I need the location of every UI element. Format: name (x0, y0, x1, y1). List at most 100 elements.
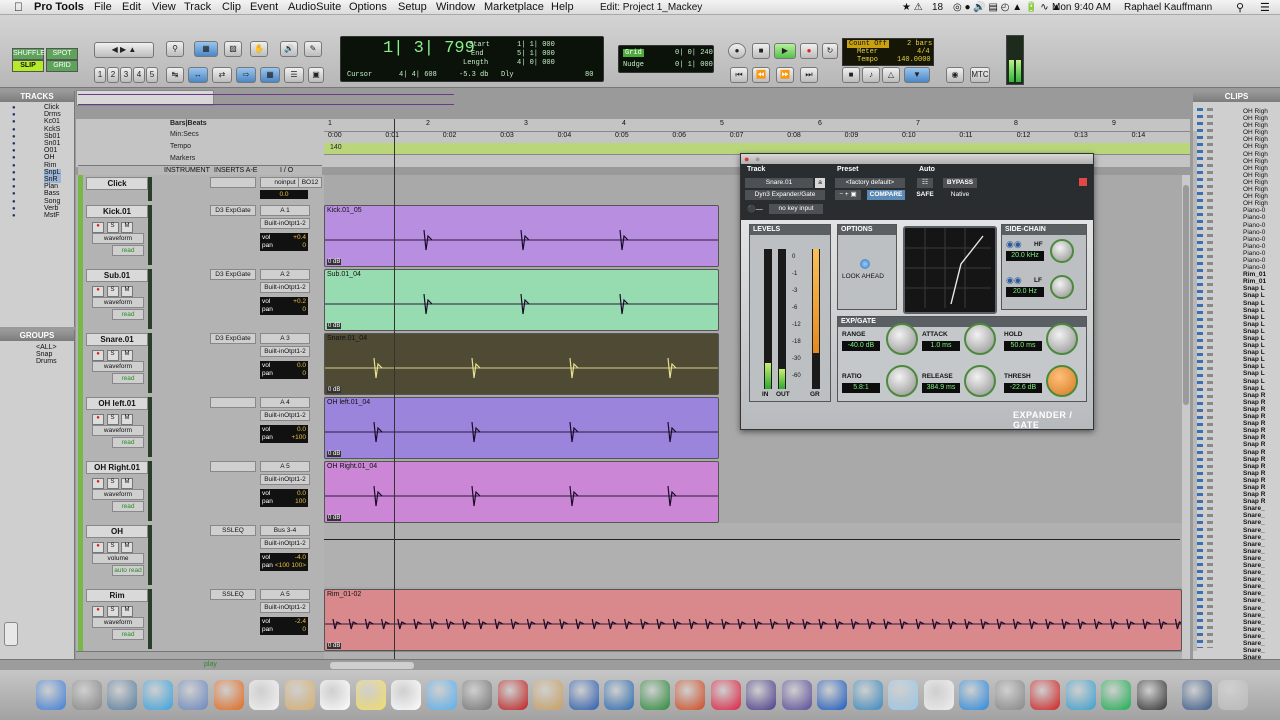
track-lane[interactable]: OH Right.01_04 0 dB (324, 459, 1190, 524)
track-buttons[interactable]: ● S M (92, 347, 140, 361)
insert-slot[interactable]: SSLEQ (210, 525, 256, 536)
track-buttons[interactable]: ● S M (92, 283, 140, 297)
clip-list-item[interactable]: Snap R (1243, 449, 1268, 456)
track-list-item[interactable]: OH (44, 154, 61, 161)
rewind-icon[interactable]: ⏪ (752, 67, 770, 83)
track-lane[interactable] (324, 523, 1190, 588)
look-ahead-label[interactable]: LOOK AHEAD (842, 273, 884, 280)
audio-clip[interactable]: Kick.01_05 0 dB (324, 205, 719, 267)
play-button-icon[interactable]: ▶ (774, 43, 796, 59)
key-input-selector[interactable]: no key input (769, 204, 823, 214)
dly-label[interactable]: Dly (501, 71, 514, 79)
chrome-icon[interactable] (249, 680, 279, 710)
grid-label[interactable]: Grid (623, 49, 644, 57)
metronome-icon[interactable]: △ (882, 67, 900, 83)
live-icon[interactable] (817, 680, 847, 710)
clip-list-item[interactable]: Snare_ (1243, 505, 1268, 512)
io-input[interactable]: A 5 (260, 589, 310, 600)
reminders-icon[interactable] (391, 680, 421, 710)
link-track-icon[interactable]: ⇄ (212, 67, 232, 83)
clip-list-item[interactable]: Piano-0 (1243, 236, 1268, 243)
track-selector[interactable]: Snare.01 (745, 178, 813, 188)
track-color-bar[interactable] (78, 203, 83, 267)
clip-list-item[interactable]: Snare_ (1243, 633, 1268, 640)
grid-nudge-display[interactable]: Grid 0| 0| 240 Nudge 0| 1| 000 (618, 45, 714, 73)
clip-list-item[interactable]: OH Righ (1243, 179, 1268, 186)
clip-list-item[interactable]: Snap L (1243, 285, 1268, 292)
track-view-selector[interactable]: volume (92, 553, 144, 564)
hf-knob[interactable] (1050, 239, 1074, 263)
io-input[interactable]: A 4 (260, 397, 310, 408)
attack-knob[interactable] (964, 323, 996, 355)
finder-icon[interactable] (36, 680, 66, 710)
track-name[interactable]: Snare.01 (86, 333, 148, 346)
return-to-zero-icon[interactable]: ⏮ (730, 67, 748, 83)
clip-list-item[interactable]: Snap L (1243, 307, 1268, 314)
user-name[interactable]: Raphael Kauffmann (1124, 2, 1212, 13)
clip-list-item[interactable]: Snap R (1243, 413, 1268, 420)
clip-list-item[interactable]: Rim_01 (1243, 271, 1268, 278)
record-button-icon[interactable]: ● (800, 43, 818, 59)
clip-list-item[interactable]: Snare_ (1243, 605, 1268, 612)
mode-slip[interactable]: SLIP (12, 60, 44, 72)
menu-track[interactable]: Track (184, 1, 211, 13)
insert-slot[interactable]: D3 ExpGate (210, 269, 256, 280)
clip-list-item[interactable]: Snap R (1243, 491, 1268, 498)
firefox-icon[interactable] (213, 680, 244, 710)
track-view-selector[interactable]: waveform (92, 489, 144, 500)
pan-value[interactable]: 0 (302, 626, 306, 633)
clip-list-item[interactable]: Piano-0 (1243, 229, 1268, 236)
preview-icon[interactable] (178, 680, 208, 710)
clip-list-item[interactable]: Snare_ (1243, 541, 1268, 548)
calendar-icon[interactable] (320, 680, 350, 710)
clip-list-item[interactable]: Snap L (1243, 328, 1268, 335)
track-show-toggles[interactable]: ● ● ● ● ● ● ● ● ● ● ● ● ● ● ● ● (12, 105, 16, 220)
track-color-bar[interactable] (78, 523, 83, 587)
pan-value[interactable]: 100 (295, 498, 306, 505)
vol-value[interactable]: 0.0 (297, 426, 306, 433)
end-value[interactable]: 5| 1| 000 (517, 50, 555, 58)
track-view-selector[interactable]: waveform (92, 297, 144, 308)
automation-icon[interactable]: ☷ (917, 178, 933, 188)
archive-icon[interactable] (533, 680, 563, 710)
clip-list-item[interactable]: Snare_ (1243, 647, 1268, 654)
insertion-follows-icon[interactable]: ⇨ (236, 67, 256, 83)
itunes-icon[interactable] (923, 680, 954, 710)
track-color-bar[interactable] (78, 267, 83, 331)
track-name[interactable]: OH left.01 (86, 397, 148, 410)
tab-to-transient-icon[interactable]: ↹ (166, 67, 184, 83)
io-input[interactable]: A 3 (260, 333, 310, 344)
selector-tool-icon[interactable]: ▨ (224, 41, 242, 57)
io-output[interactable]: BO12 (298, 177, 322, 188)
thresh-value[interactable]: -22.6 dB (1004, 383, 1042, 393)
zoom-preset-5[interactable]: 5 (146, 67, 158, 83)
clip-list-item[interactable]: OH Righ (1243, 122, 1268, 129)
clip-list-item[interactable]: Snare_ (1243, 583, 1268, 590)
clip-list-item[interactable]: Snap R (1243, 406, 1268, 413)
insert-slot[interactable]: D3 ExpGate (210, 205, 256, 216)
pencil-tool-icon[interactable]: ✎ (304, 41, 322, 57)
photos-icon[interactable] (107, 680, 137, 710)
online-sync-icon[interactable]: ◉ (946, 67, 964, 83)
zoom-buttons[interactable]: ◀ ▶ ▲ (94, 42, 154, 58)
safe-button[interactable]: SAFE (913, 190, 937, 200)
clip-list-item[interactable]: Snare_ (1243, 590, 1268, 597)
automation-mode[interactable]: read (112, 629, 144, 640)
menu-event[interactable]: Event (250, 1, 278, 13)
plugin-selector[interactable]: Dyn3 Expander/Gate (745, 190, 825, 200)
release-knob[interactable] (964, 365, 996, 397)
powerpoint-icon[interactable] (675, 680, 705, 710)
appstore-icon[interactable] (959, 680, 989, 710)
length-value[interactable]: 4| 0| 000 (517, 59, 555, 67)
network-icon[interactable] (852, 680, 883, 710)
mode-grid[interactable]: GRID (46, 60, 78, 72)
quicktime-icon[interactable] (604, 680, 634, 710)
track-list-item[interactable]: Bass (44, 190, 61, 197)
spotify-icon[interactable] (1101, 680, 1131, 710)
ratio-value[interactable]: 5.8:1 (842, 383, 880, 393)
thresh-knob[interactable] (1046, 365, 1078, 397)
clip-list-item[interactable]: OH Righ (1243, 129, 1268, 136)
automation-mode[interactable]: read (112, 309, 144, 320)
pan-value[interactable]: 0 (302, 242, 306, 249)
track-name[interactable]: Kick.01 (86, 205, 148, 218)
